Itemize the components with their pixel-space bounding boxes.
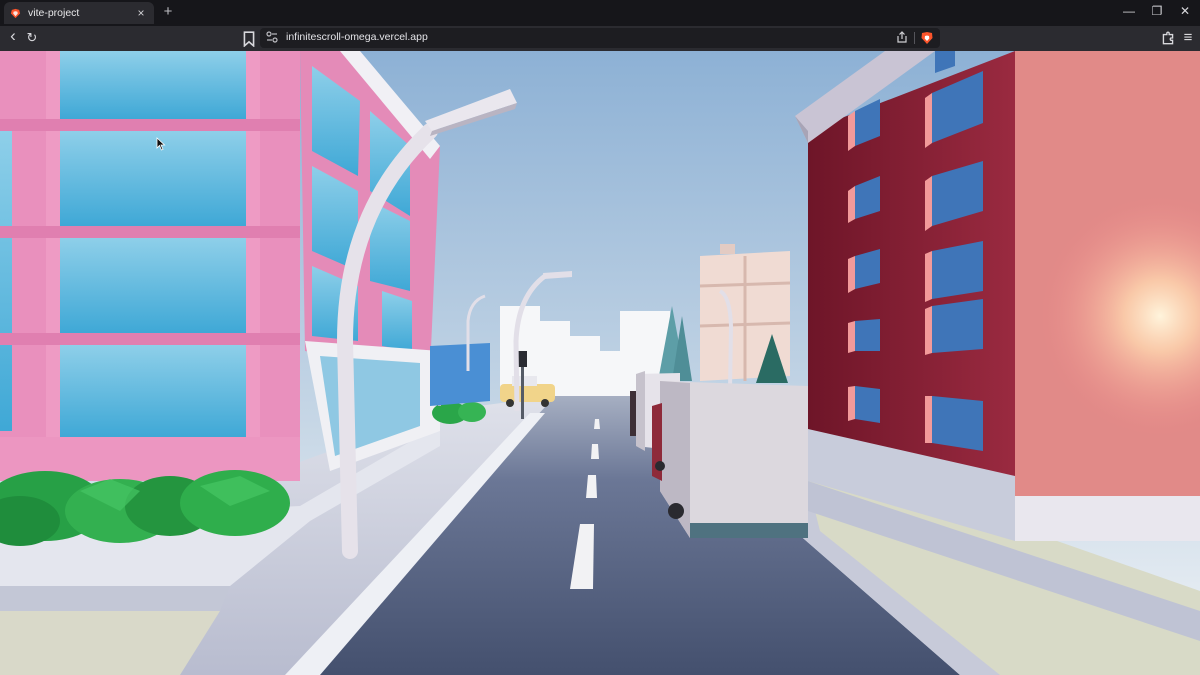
close-window-icon[interactable]: ✕ [1177,4,1193,18]
city-street-scene[interactable] [0,51,1200,675]
mouse-cursor-icon [156,137,166,151]
share-icon[interactable] [896,30,908,44]
bookmark-icon[interactable] [241,31,257,47]
browser-tab[interactable]: vite-project × [4,2,154,24]
url-text[interactable]: infinitescroll-omega.vercel.app [286,31,428,43]
left-planter-side [0,586,230,611]
site-settings-icon[interactable] [266,30,278,44]
red-apartment-building [795,51,1200,541]
brave-lion-icon [10,8,21,18]
tab-title: vite-project [28,7,80,19]
url-separator [914,32,915,44]
blue-distant-building [430,343,490,406]
tab-strip: vite-project × + — ❐ ✕ [0,0,1200,26]
extensions-icon[interactable] [1160,30,1176,46]
brave-shields-icon[interactable] [920,31,934,45]
webgl-canvas[interactable] [0,51,1200,675]
new-tab-icon[interactable]: + [160,3,176,20]
reload-icon[interactable]: ↻ [24,30,40,46]
delivery-truck [652,381,808,538]
tab-close-icon[interactable]: × [134,6,148,20]
address-bar[interactable]: infinitescroll-omega.vercel.app [260,28,940,48]
back-icon[interactable]: ‹ [5,27,21,44]
minimize-icon[interactable]: — [1121,4,1137,18]
menu-icon[interactable]: ≡ [1180,30,1196,46]
browser-toolbar: ‹ ↻ infinitescroll-omega.vercel.app ≡ [0,26,1200,51]
restore-icon[interactable]: ❐ [1149,4,1165,18]
pink-glass-building [0,51,440,481]
